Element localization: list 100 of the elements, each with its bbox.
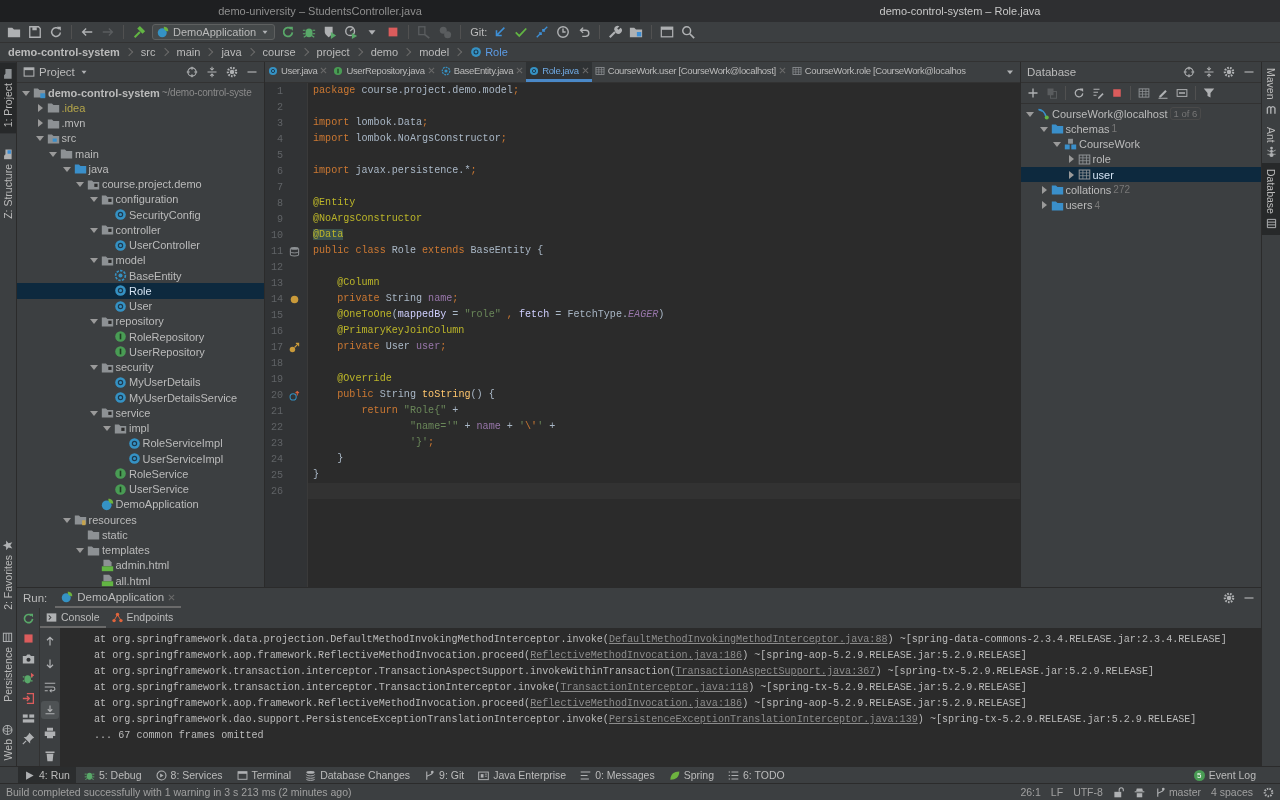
inspector-icon[interactable] bbox=[1133, 786, 1145, 798]
indent-setting[interactable]: 4 spaces bbox=[1210, 786, 1253, 798]
tree-item[interactable]: static bbox=[102, 528, 128, 541]
override-icon[interactable] bbox=[288, 389, 300, 401]
camera-icon[interactable] bbox=[21, 652, 35, 665]
tool-window-tab[interactable]: Ant bbox=[1262, 120, 1280, 164]
memory-gear-icon[interactable] bbox=[1263, 786, 1274, 798]
clock-icon[interactable] bbox=[556, 25, 571, 39]
tree-item[interactable]: BaseEntity bbox=[129, 269, 182, 282]
tree-item[interactable]: UserController bbox=[129, 239, 200, 252]
tool-window-button[interactable]: 8: Services bbox=[149, 767, 229, 783]
tree-item[interactable]: CourseWork@localhost bbox=[1052, 107, 1168, 120]
tree-item[interactable]: course.project.demo bbox=[102, 178, 202, 191]
tree-item[interactable]: MyUserDetailsService bbox=[129, 391, 238, 404]
tree-item[interactable]: demo-control-system bbox=[48, 86, 160, 99]
trash-icon[interactable] bbox=[44, 750, 56, 762]
tree-item[interactable]: templates bbox=[102, 544, 150, 557]
down-arrow-icon[interactable] bbox=[44, 658, 56, 670]
source-link[interactable]: ReflectiveMethodInvocation.java:186 bbox=[530, 650, 743, 661]
cursor-position[interactable]: 26:1 bbox=[1020, 786, 1041, 798]
tree-item[interactable]: impl bbox=[129, 422, 150, 435]
breadcrumb-item[interactable]: main bbox=[176, 46, 201, 58]
tool-window-button[interactable]: 4: Run bbox=[18, 767, 76, 783]
soft-wrap-icon[interactable] bbox=[44, 681, 56, 693]
tree-item[interactable]: .idea bbox=[61, 101, 86, 114]
file-encoding[interactable]: UTF-8 bbox=[1073, 786, 1103, 798]
run-tab[interactable]: DemoApplication bbox=[55, 588, 182, 608]
rerun-icon[interactable] bbox=[21, 612, 35, 625]
search-icon[interactable] bbox=[681, 25, 696, 39]
breadcrumb-item[interactable]: course bbox=[262, 46, 296, 58]
tree-item[interactable]: src bbox=[61, 132, 77, 145]
git-branch[interactable]: master bbox=[1168, 786, 1201, 798]
breadcrumb-item[interactable]: project bbox=[316, 46, 350, 58]
rerun-icon[interactable] bbox=[281, 25, 296, 39]
tool-window-button[interactable]: 6: TODO bbox=[722, 767, 791, 783]
table-icon[interactable] bbox=[1138, 87, 1150, 99]
tree-item[interactable]: java bbox=[88, 162, 109, 175]
update-arrow-icon[interactable] bbox=[493, 25, 508, 39]
locate-icon[interactable] bbox=[1183, 66, 1195, 78]
tree-item[interactable]: repository bbox=[115, 315, 164, 328]
merge-arrows-icon[interactable] bbox=[535, 25, 550, 39]
breadcrumb-item[interactable]: Role bbox=[485, 46, 508, 58]
folder-grid-icon[interactable] bbox=[629, 25, 644, 39]
add-icon[interactable] bbox=[1027, 87, 1039, 99]
scroll-to-end-icon[interactable] bbox=[44, 704, 56, 716]
settings-icon[interactable] bbox=[1223, 592, 1235, 604]
tool-window-button[interactable]: Database Changes bbox=[299, 767, 417, 783]
locate-icon[interactable] bbox=[186, 66, 198, 78]
close-icon[interactable] bbox=[581, 67, 589, 74]
ddl-icon[interactable] bbox=[1176, 87, 1188, 99]
tool-window-tab[interactable]: Database bbox=[1262, 163, 1280, 236]
editor-tab[interactable]: CourseWork.role [CourseWork@localhos bbox=[788, 62, 969, 82]
shield-run-icon[interactable] bbox=[323, 25, 338, 39]
source-link[interactable]: PersistenceExceptionTranslationInterceptor.java:139 bbox=[608, 714, 918, 725]
window-icon[interactable] bbox=[660, 25, 675, 39]
tree-item[interactable]: UserService bbox=[129, 483, 189, 496]
breadcrumb-item[interactable]: demo-control-system bbox=[8, 46, 120, 58]
event-log-button[interactable]: 5 Event Log bbox=[1187, 767, 1262, 783]
stop-icon[interactable] bbox=[1111, 87, 1123, 99]
tree-item[interactable]: configuration bbox=[115, 193, 179, 206]
pin-icon[interactable] bbox=[21, 732, 35, 745]
tree-item[interactable]: resources bbox=[88, 513, 137, 526]
lock-icon[interactable] bbox=[1112, 786, 1124, 798]
tree-item[interactable]: schemas bbox=[1065, 122, 1110, 135]
tool-window-tab[interactable]: Web bbox=[0, 717, 16, 766]
editor-tab[interactable]: Role.java bbox=[526, 62, 592, 82]
filter-icon[interactable] bbox=[1203, 87, 1215, 99]
tree-item[interactable]: UserServiceImpl bbox=[142, 452, 224, 465]
tree-item[interactable]: security bbox=[115, 361, 154, 374]
bean-icon[interactable] bbox=[288, 293, 300, 305]
tree-item[interactable]: RoleRepository bbox=[129, 330, 205, 343]
print-icon[interactable] bbox=[44, 727, 56, 739]
up-arrow-icon[interactable] bbox=[44, 635, 56, 647]
tree-item[interactable]: .mvn bbox=[61, 117, 86, 130]
tree-item[interactable]: users bbox=[1065, 199, 1093, 212]
tree-item[interactable]: SecurityConfig bbox=[129, 208, 201, 221]
tree-item[interactable]: main bbox=[75, 147, 99, 160]
folder-icon[interactable] bbox=[7, 25, 21, 39]
tree-item[interactable]: DemoApplication bbox=[115, 498, 199, 511]
source-link[interactable]: TransactionInterceptor.java:118 bbox=[560, 682, 749, 693]
editor-tab[interactable]: UserRepository.java bbox=[330, 62, 438, 82]
back-arrow-icon[interactable] bbox=[80, 25, 94, 39]
breadcrumb-item[interactable]: java bbox=[221, 46, 242, 58]
tool-window-button[interactable]: Spring bbox=[662, 767, 721, 783]
source-link[interactable]: ReflectiveMethodInvocation.java:186 bbox=[530, 698, 743, 709]
tree-item[interactable]: Role bbox=[129, 284, 152, 297]
undo-icon[interactable] bbox=[577, 25, 592, 39]
source-link[interactable]: TransactionAspectSupport.java:367 bbox=[675, 666, 876, 677]
run-configuration-dropdown[interactable]: DemoApplication bbox=[152, 24, 276, 40]
tool-window-button[interactable]: Java Enterprise bbox=[472, 767, 573, 783]
tool-window-tab[interactable]: Maven bbox=[1262, 62, 1280, 121]
bug-icon[interactable] bbox=[21, 672, 35, 685]
exit-icon[interactable] bbox=[21, 692, 35, 705]
database-table-icon[interactable] bbox=[288, 245, 300, 257]
stop-icon[interactable] bbox=[21, 632, 35, 645]
tool-window-tab[interactable]: 2: Favorites bbox=[0, 533, 16, 616]
settings-icon[interactable] bbox=[226, 66, 238, 78]
tool-window-button[interactable]: 0: Messages bbox=[574, 767, 661, 783]
save-icon[interactable] bbox=[28, 25, 42, 39]
tree-item[interactable]: collations bbox=[1065, 183, 1112, 196]
